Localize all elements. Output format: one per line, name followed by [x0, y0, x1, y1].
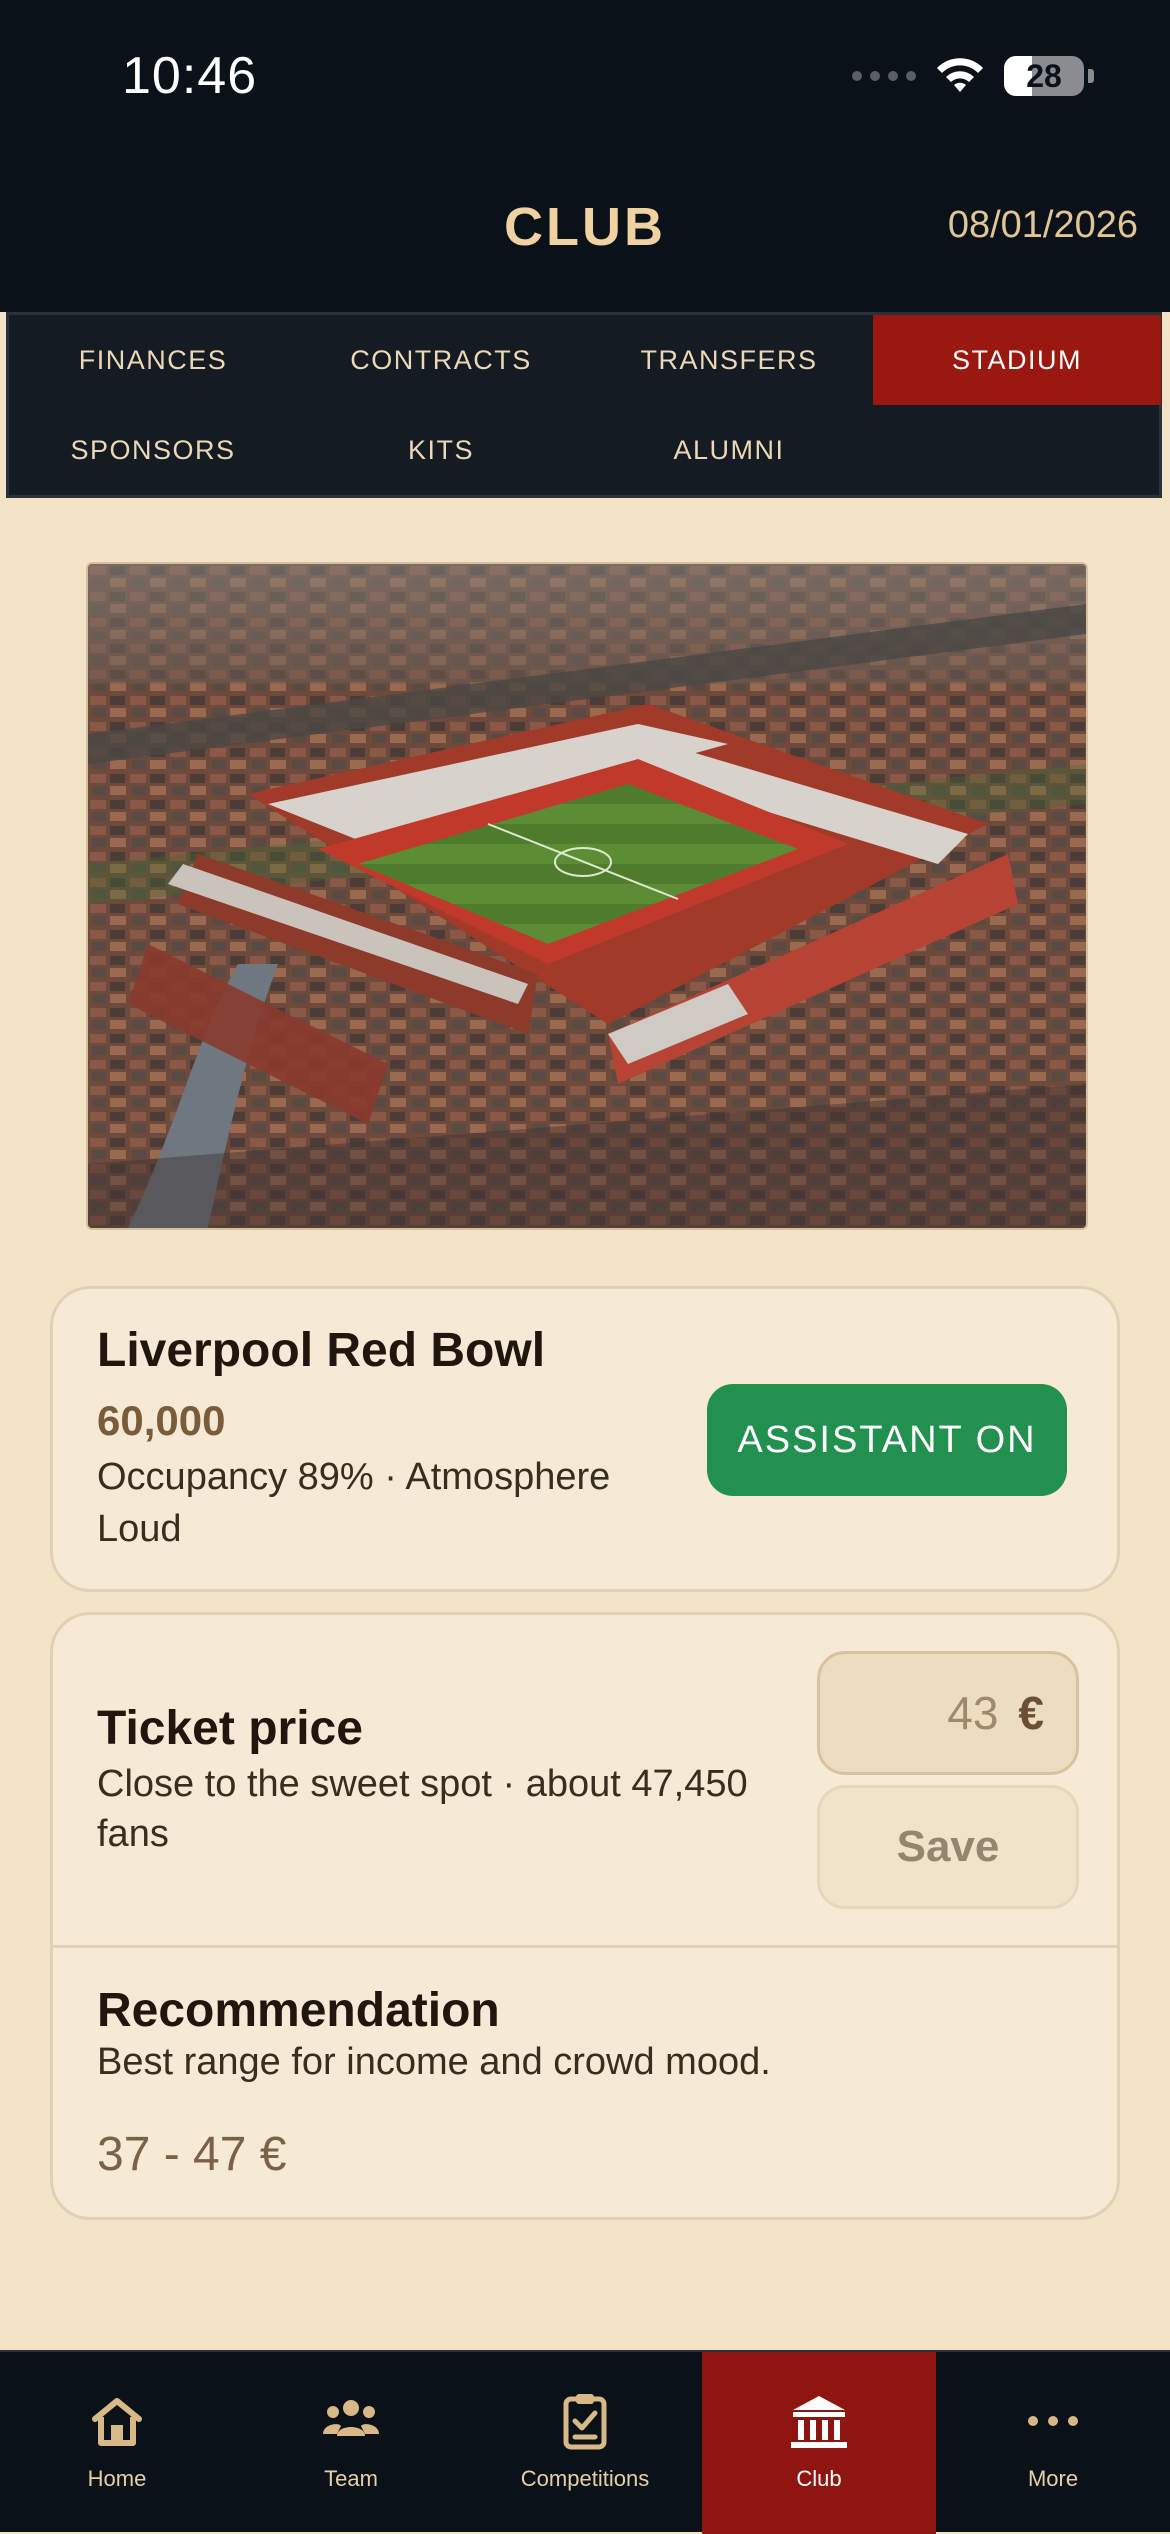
stadium-meta: Occupancy 89% · Atmosphere Loud	[97, 1456, 611, 1550]
nav-competitions[interactable]: Competitions	[468, 2352, 702, 2534]
recommendation-description: Best range for income and crowd mood.	[97, 2041, 771, 2083]
tab-sponsors[interactable]: SPONSORS	[9, 405, 297, 495]
more-icon	[1028, 2416, 1078, 2426]
nav-club-label: Club	[796, 2466, 842, 2491]
tab-alumni[interactable]: ALUMNI	[585, 405, 873, 495]
clipboard-check-icon	[563, 2394, 607, 2450]
stadium-name: Liverpool Red Bowl	[97, 1324, 546, 1377]
recommendation-title: Recommendation	[97, 1984, 500, 2037]
club-tabs: FINANCES CONTRACTS TRANSFERS STADIUM SPO…	[6, 312, 1162, 498]
nav-team-label: Team	[324, 2466, 378, 2491]
assistant-toggle-button[interactable]: ASSISTANT ON	[707, 1384, 1067, 1496]
cellular-signal-icon	[852, 71, 916, 81]
nav-club[interactable]: Club	[702, 2352, 936, 2534]
battery-indicator: 28	[1004, 56, 1084, 96]
wifi-icon	[937, 58, 983, 92]
home-icon	[92, 2398, 142, 2446]
battery-level: 28	[1026, 57, 1062, 94]
nav-team[interactable]: Team	[234, 2352, 468, 2534]
stadium-info-card: Liverpool Red Bowl 60,000 Occupancy 89% …	[50, 1286, 1120, 1592]
status-time: 10:46	[122, 47, 258, 105]
ticket-price-title: Ticket price	[97, 1702, 363, 1755]
nav-competitions-label: Competitions	[520, 2466, 650, 2491]
tab-kits[interactable]: KITS	[297, 405, 585, 495]
header-bar: 10:46 28 CLUB 08/01/2026	[0, 0, 1170, 312]
stadium-image	[86, 562, 1088, 1230]
recommendation-range: 37 - 47 €	[97, 2128, 287, 2181]
nav-home-label: Home	[87, 2466, 147, 2491]
ticket-price-description: Close to the sweet spot · about 47,450 f…	[97, 1763, 748, 1855]
game-date: 08/01/2026	[947, 204, 1138, 246]
status-icons: 28	[852, 56, 1094, 96]
save-button[interactable]: Save	[817, 1785, 1079, 1909]
ticket-price-value: 43	[947, 1687, 999, 1739]
team-icon	[323, 2400, 379, 2436]
stadium-capacity: 60,000	[97, 1397, 226, 1444]
nav-more[interactable]: More	[936, 2352, 1170, 2534]
tab-stadium[interactable]: STADIUM	[873, 315, 1161, 405]
bottom-nav: Home Team Competitions Club More	[0, 2350, 1170, 2534]
divider	[53, 1945, 1117, 1948]
currency-unit: €	[1018, 1687, 1044, 1739]
nav-more-label: More	[1027, 2466, 1079, 2491]
ticket-price-input[interactable]: 43 €	[817, 1651, 1079, 1775]
bank-icon	[791, 2396, 847, 2448]
tab-finances[interactable]: FINANCES	[9, 315, 297, 405]
nav-home[interactable]: Home	[0, 2352, 234, 2534]
ticket-price-card: Ticket price Close to the sweet spot · a…	[50, 1612, 1120, 2220]
tab-contracts[interactable]: CONTRACTS	[297, 315, 585, 405]
tab-transfers[interactable]: TRANSFERS	[585, 315, 873, 405]
